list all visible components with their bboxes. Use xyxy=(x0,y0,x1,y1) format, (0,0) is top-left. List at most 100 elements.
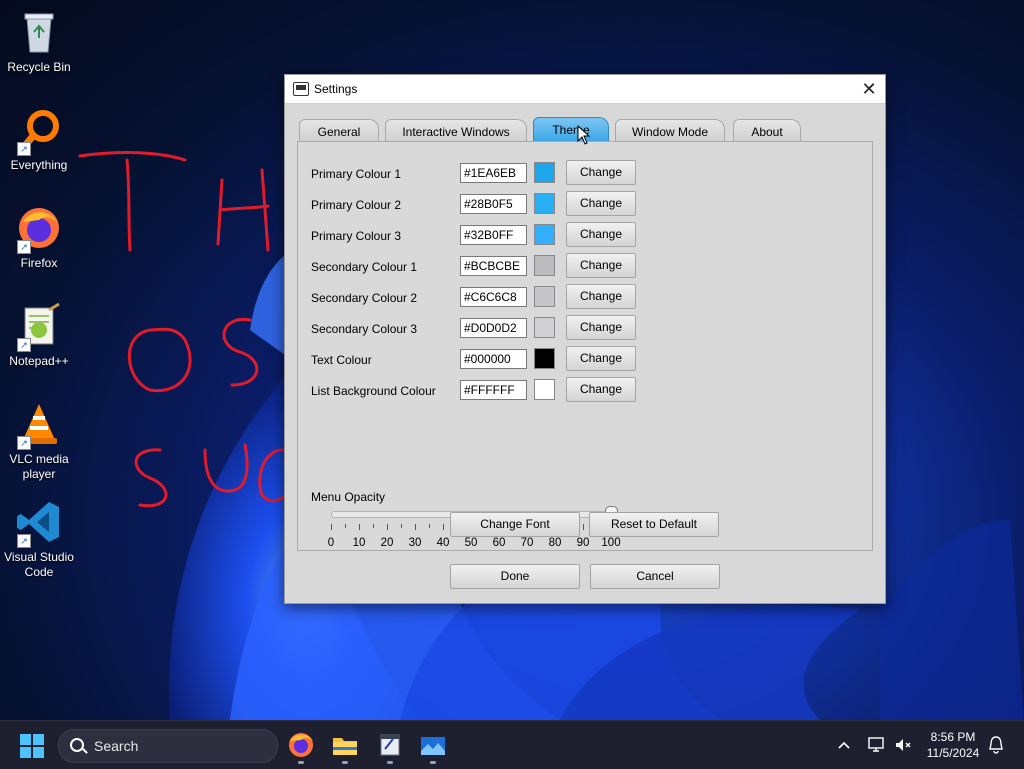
slider-tick xyxy=(415,524,416,530)
slider-tick xyxy=(387,524,388,530)
slider-tick xyxy=(583,524,584,530)
vlc-icon: ↗ xyxy=(15,400,63,450)
theme-panel: Primary Colour 1 #1EA6EB Change Primary … xyxy=(297,141,873,551)
recycle-bin-icon xyxy=(15,8,63,56)
slider-tick-label: 100 xyxy=(601,537,621,549)
taskbar-photos[interactable] xyxy=(417,729,449,764)
slider-tick-label: 0 xyxy=(327,537,335,549)
desktop-icon-notepadpp[interactable]: ↗ Notepad++ xyxy=(0,302,78,369)
colour-label: Primary Colour 1 xyxy=(311,167,402,181)
hex-input[interactable]: #FFFFFF xyxy=(460,380,527,400)
slider-tick xyxy=(429,524,430,528)
change-button[interactable]: Change xyxy=(566,377,636,402)
reset-to-default-button[interactable]: Reset to Default xyxy=(589,512,719,537)
slider-tick xyxy=(331,524,332,530)
hex-input[interactable]: #BCBCBE xyxy=(460,256,527,276)
slider-tick-label: 50 xyxy=(464,537,478,549)
slider-tick xyxy=(443,524,444,530)
change-button[interactable]: Change xyxy=(566,346,636,371)
tab-theme[interactable]: Theme xyxy=(533,117,609,142)
vscode-icon: ↗ xyxy=(15,498,63,548)
colour-swatch xyxy=(534,255,555,276)
hex-input[interactable]: #C6C6C8 xyxy=(460,287,527,307)
desktop-icon-label: VLC media player xyxy=(9,452,69,481)
colour-swatch xyxy=(534,348,555,369)
search-placeholder: Search xyxy=(94,738,139,754)
tab-about[interactable]: About xyxy=(733,119,801,142)
hex-input[interactable]: #000000 xyxy=(460,349,527,369)
photos-icon xyxy=(421,737,445,755)
firefox-icon: ↗ xyxy=(15,204,63,254)
change-button[interactable]: Change xyxy=(566,284,636,309)
change-button[interactable]: Change xyxy=(566,222,636,247)
hex-input[interactable]: #28B0F5 xyxy=(460,194,527,214)
tab-general[interactable]: General xyxy=(299,119,379,142)
hex-input[interactable]: #32B0FF xyxy=(460,225,527,245)
desktop-icon-vlc[interactable]: ↗ VLC media player xyxy=(0,400,78,482)
close-icon[interactable]: ✕ xyxy=(859,79,879,99)
slider-tick-label: 20 xyxy=(380,537,394,549)
slider-tick-label: 40 xyxy=(436,537,450,549)
firefox-icon xyxy=(289,733,313,757)
change-button[interactable]: Change xyxy=(566,160,636,185)
shortcut-arrow-icon: ↗ xyxy=(17,436,31,450)
slider-tick-label: 60 xyxy=(492,537,506,549)
taskbar-clock[interactable]: 8:56 PM 11/5/2024 xyxy=(920,729,986,761)
chevron-up-icon[interactable] xyxy=(836,737,852,753)
desktop-icon-label: Everything xyxy=(10,158,68,172)
dialog-title: Settings xyxy=(314,82,358,96)
taskbar-firefox[interactable] xyxy=(285,729,317,764)
desktop-icon-recycle-bin[interactable]: Recycle Bin xyxy=(0,8,78,75)
java-app-icon xyxy=(380,734,400,756)
tab-window-mode[interactable]: Window Mode xyxy=(615,119,725,142)
colour-row-secondary-3: Secondary Colour 3 #D0D0D2 Change xyxy=(311,315,651,341)
app-window-icon xyxy=(293,82,309,96)
desktop-icon-everything[interactable]: ↗ Everything xyxy=(0,106,78,173)
dialog-titlebar[interactable]: Settings ✕ xyxy=(285,75,885,104)
clock-date: 11/5/2024 xyxy=(926,746,980,760)
settings-dialog: Settings ✕ General Interactive Windows T… xyxy=(284,74,886,604)
colour-row-primary-1: Primary Colour 1 #1EA6EB Change xyxy=(311,160,651,186)
desktop-icon-label: Notepad++ xyxy=(9,354,69,368)
change-font-button[interactable]: Change Font xyxy=(450,512,580,537)
slider-tick-label: 30 xyxy=(408,537,422,549)
colour-label: Primary Colour 2 xyxy=(311,198,402,212)
shortcut-arrow-icon: ↗ xyxy=(17,338,31,352)
change-button[interactable]: Change xyxy=(566,315,636,340)
shortcut-arrow-icon: ↗ xyxy=(17,534,31,548)
taskbar-java-app[interactable] xyxy=(374,729,406,764)
cancel-button[interactable]: Cancel xyxy=(590,564,720,589)
mouse-cursor-icon xyxy=(577,125,591,145)
hex-input[interactable]: #D0D0D2 xyxy=(460,318,527,338)
colour-row-primary-2: Primary Colour 2 #28B0F5 Change xyxy=(311,191,651,217)
change-button[interactable]: Change xyxy=(566,191,636,216)
done-button[interactable]: Done xyxy=(450,564,580,589)
slider-tick-label: 10 xyxy=(352,537,366,549)
colour-label: List Background Colour xyxy=(311,384,436,398)
taskbar-file-explorer[interactable] xyxy=(329,729,361,764)
taskbar: Search 8:56 PM 11/5/2024 xyxy=(0,720,1024,769)
colour-row-secondary-1: Secondary Colour 1 #BCBCBE Change xyxy=(311,253,651,279)
notepad-plus-plus-icon: ↗ xyxy=(15,302,63,352)
desktop-icon-label: Recycle Bin xyxy=(7,60,71,74)
colour-label: Secondary Colour 1 xyxy=(311,260,418,274)
speaker-muted-icon[interactable] xyxy=(893,735,913,755)
desktop-icon-vscode[interactable]: ↗ Visual Studio Code xyxy=(0,498,78,580)
colour-row-secondary-2: Secondary Colour 2 #C6C6C8 Change xyxy=(311,284,651,310)
colour-swatch xyxy=(534,317,555,338)
colour-label: Text Colour xyxy=(311,353,372,367)
desktop-icon-firefox[interactable]: ↗ Firefox xyxy=(0,204,78,271)
slider-tick-label: 70 xyxy=(520,537,534,549)
taskbar-search-box[interactable]: Search xyxy=(58,729,278,763)
slider-tick xyxy=(373,524,374,528)
colour-swatch xyxy=(534,193,555,214)
network-icon[interactable] xyxy=(866,735,886,755)
hex-input[interactable]: #1EA6EB xyxy=(460,163,527,183)
menu-opacity-label: Menu Opacity xyxy=(311,490,386,504)
change-button[interactable]: Change xyxy=(566,253,636,278)
windows-start-icon[interactable] xyxy=(20,734,44,758)
colour-label: Secondary Colour 3 xyxy=(311,322,418,336)
notification-bell-icon[interactable] xyxy=(987,735,1005,755)
tab-interactive-windows[interactable]: Interactive Windows xyxy=(385,119,527,142)
slider-tick xyxy=(359,524,360,530)
